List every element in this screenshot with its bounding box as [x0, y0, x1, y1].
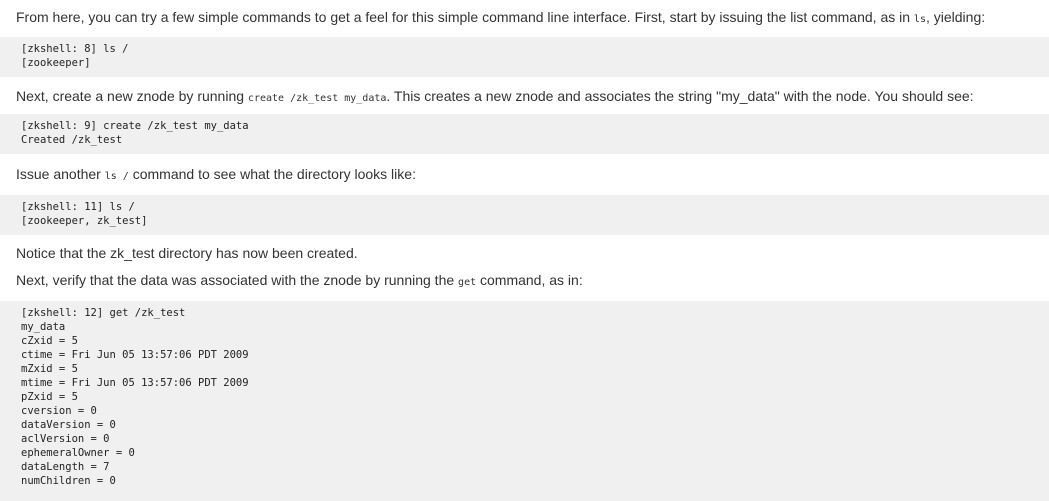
verify-text-2: command, as in:	[476, 272, 583, 288]
code-line: my_data	[21, 321, 66, 333]
verify-text-1: Next, verify that the data was associate…	[16, 272, 459, 288]
create-text-1: Next, create a new znode by running	[16, 88, 248, 104]
notice-paragraph: Notice that the zk_test directory has no…	[0, 244, 1049, 262]
inline-code-ls: ls	[913, 14, 926, 25]
code-line: cversion = 0	[21, 405, 97, 417]
code-line: mtime = Fri Jun 05 13:57:06 PDT 2009	[21, 377, 249, 389]
code-block-create: [zkshell: 9] create /zk_test my_data Crea…	[0, 114, 1049, 154]
code-line: [zkshell: 11] ls /	[21, 201, 135, 213]
intro-text-2: , yielding:	[925, 9, 986, 25]
intro-text-1: From here, you can try a few simple comm…	[16, 9, 914, 25]
ls-text-2: command to see what the directory looks …	[128, 166, 416, 182]
code-line: Created /zk_test	[21, 134, 123, 146]
code-line: aclVersion = 0	[21, 433, 110, 445]
code-line: [zookeeper]	[21, 57, 91, 69]
code-block-get: [zkshell: 12] get /zk_test my_data cZxid =…	[0, 301, 1049, 501]
code-line: [zkshell: 12] get /zk_test	[21, 307, 186, 319]
code-line: [zkshell: 8] ls /	[21, 43, 129, 55]
ls-text-1: Issue another	[16, 166, 105, 182]
create-text-2: . This creates a new znode and associate…	[386, 88, 974, 104]
code-line: pZxid = 5	[21, 391, 78, 403]
code-line: [zkshell: 9] create /zk_test my_data	[21, 120, 249, 132]
inline-code-ls-slash: ls /	[104, 171, 129, 182]
create-paragraph: Next, create a new znode by running crea…	[0, 87, 1049, 105]
code-line: ctime = Fri Jun 05 13:57:06 PDT 2009	[21, 349, 249, 361]
inline-code-get: get	[458, 277, 477, 288]
intro-paragraph: From here, you can try a few simple comm…	[0, 0, 1049, 26]
notice-text: Notice that the zk_test directory has no…	[16, 245, 358, 261]
document-body: From here, you can try a few simple comm…	[0, 0, 1049, 501]
code-line: cZxid = 5	[21, 335, 78, 347]
code-line: dataLength = 7	[21, 461, 110, 473]
code-block-ls-2: [zkshell: 11] ls / [zookeeper, zk_test]	[0, 195, 1049, 235]
code-line: [zookeeper, zk_test]	[21, 215, 148, 227]
verify-paragraph: Next, verify that the data was associate…	[0, 271, 1049, 289]
code-line: mZxid = 5	[21, 363, 78, 375]
ls-paragraph: Issue another ls / command to see what t…	[0, 165, 1049, 183]
inline-code-create: create /zk_test my_data	[247, 93, 387, 104]
code-line: numChildren = 0	[21, 475, 116, 487]
code-line: ephemeralOwner = 0	[21, 447, 135, 459]
code-block-ls: [zkshell: 8] ls / [zookeeper]	[0, 37, 1049, 77]
code-line: dataVersion = 0	[21, 419, 116, 431]
